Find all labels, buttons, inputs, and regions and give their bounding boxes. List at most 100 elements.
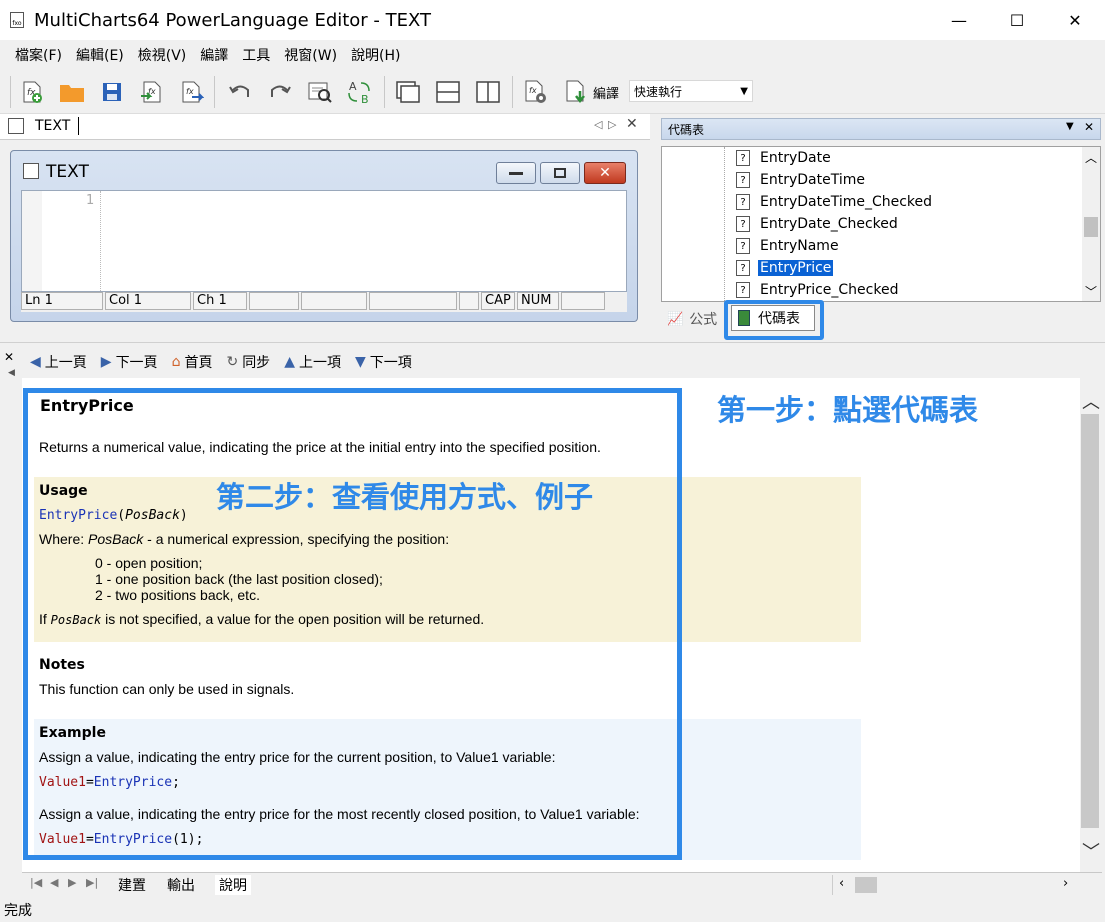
export-icon[interactable]: fx — [178, 78, 206, 106]
tab-scroll-left-icon[interactable]: ◁ — [594, 118, 602, 131]
compile-label: 編譯 — [593, 87, 620, 102]
replace-icon[interactable]: AB — [346, 78, 374, 106]
scroll-down-icon[interactable]: ﹀ — [1085, 283, 1097, 300]
next-item-button[interactable]: ▼ 下一項 — [355, 352, 412, 372]
redo-icon[interactable] — [266, 78, 294, 106]
tab-build[interactable]: 建置 — [118, 875, 146, 895]
tree-item-selected[interactable]: ? EntryPrice — [736, 257, 835, 279]
toolbar-separator — [384, 76, 385, 108]
scroll-thumb[interactable] — [1084, 217, 1098, 237]
prev-item-icon: ▲ — [284, 354, 295, 370]
tab-output[interactable]: 輸出 — [167, 875, 195, 895]
status-char: Ch 1 — [193, 292, 247, 310]
tile-horizontal-icon[interactable] — [434, 78, 462, 106]
code-list-tree[interactable]: ? EntryDate ? EntryDateTime ? EntryDateTime… — [661, 146, 1101, 302]
menu-compile[interactable]: 編譯 — [193, 45, 235, 65]
import-icon[interactable]: fx — [138, 78, 166, 106]
cascade-windows-icon[interactable] — [394, 78, 422, 106]
find-icon[interactable] — [306, 78, 334, 106]
book-icon — [738, 310, 750, 326]
scroll-up-icon[interactable]: ︿ — [1082, 388, 1100, 414]
tree-item[interactable]: ? EntryPrice_Checked — [736, 279, 900, 301]
document-icon — [8, 118, 24, 134]
tree-item[interactable]: ? EntryDateTime — [736, 169, 867, 191]
panel-menu-icon[interactable]: ▼ — [1066, 121, 1074, 132]
step2-highlight-box — [23, 388, 682, 860]
code-list-panel-header: 代碼表 ▼ ✕ — [661, 118, 1101, 140]
code-editor[interactable]: 1 — [21, 190, 627, 292]
horizontal-scrollbar[interactable]: ‹ › — [832, 875, 1080, 895]
toolbar: fx fx fx AB fx 編譯 快速執行 ▼ — [0, 70, 1105, 114]
tab-codes[interactable]: 代碼表 — [731, 305, 815, 331]
next-tab-icon[interactable]: ▶ — [68, 876, 76, 889]
status-num: NUM — [517, 292, 559, 310]
prev-tab-icon[interactable]: ◀ — [50, 876, 58, 889]
pane-collapse-icon[interactable]: ◀ — [8, 368, 15, 378]
next-page-button[interactable]: ▶ 下一頁 — [101, 352, 158, 372]
new-study-icon[interactable]: fx — [18, 78, 46, 106]
tile-vertical-icon[interactable] — [474, 78, 502, 106]
title-bar: fxo MultiCharts64 PowerLanguage Editor -… — [0, 0, 1105, 40]
first-tab-icon[interactable]: |◀ — [30, 876, 42, 889]
save-icon[interactable] — [98, 78, 126, 106]
status-empty — [301, 292, 367, 310]
line-number: 1 — [86, 193, 95, 208]
svg-text:B: B — [361, 93, 369, 105]
compile-icon[interactable] — [562, 78, 590, 106]
home-button[interactable]: ⌂ 首頁 — [172, 352, 213, 372]
pane-divider — [0, 342, 1105, 343]
menu-view[interactable]: 檢視(V) — [131, 45, 194, 65]
window-title: MultiCharts64 PowerLanguage Editor - TEX… — [34, 9, 432, 31]
tab-codes-label: 代碼表 — [758, 311, 800, 327]
help-scrollbar[interactable]: ︿ ﹀ — [1080, 378, 1100, 872]
close-button[interactable]: ✕ — [1046, 0, 1104, 40]
scroll-up-icon[interactable]: ︿ — [1085, 149, 1097, 166]
tree-item[interactable]: ? EntryDateTime_Checked — [736, 191, 934, 213]
scroll-down-icon[interactable]: ﹀ — [1082, 838, 1100, 864]
scroll-thumb[interactable] — [855, 877, 877, 893]
tree-item[interactable]: ? EntryDate — [736, 147, 833, 169]
tree-item[interactable]: ? EntryDate_Checked — [736, 213, 900, 235]
prev-item-button[interactable]: ▲ 上一項 — [284, 352, 341, 372]
tab-formula[interactable]: 公式 — [689, 309, 717, 329]
menu-file[interactable]: 檔案(F) — [8, 45, 69, 65]
scroll-left-icon[interactable]: ‹ — [839, 876, 844, 891]
menu-edit[interactable]: 編輯(E) — [69, 45, 131, 65]
function-help-icon: ? — [736, 238, 750, 254]
compile-mode-select[interactable]: 快速執行 ▼ — [629, 80, 753, 102]
last-tab-icon[interactable]: ▶| — [86, 876, 98, 889]
function-help-icon: ? — [736, 260, 750, 276]
editor-minimize-button[interactable] — [496, 162, 536, 184]
tree-scrollbar[interactable]: ︿ ﹀ — [1082, 147, 1100, 301]
status-text: 完成 — [4, 903, 32, 919]
sync-button[interactable]: ↻ 同步 — [226, 352, 270, 372]
scroll-thumb[interactable] — [1081, 414, 1099, 828]
menu-bar: 檔案(F) 編輯(E) 檢視(V) 編譯 工具 視窗(W) 說明(H) — [0, 40, 1105, 70]
function-help-icon: ? — [736, 172, 750, 188]
status-empty — [369, 292, 457, 310]
editor-restore-button[interactable] — [540, 162, 580, 184]
menu-window[interactable]: 視窗(W) — [277, 45, 344, 65]
tab-scroll-right-icon[interactable]: ▷ — [608, 118, 616, 131]
undo-icon[interactable] — [226, 78, 254, 106]
function-help-icon: ? — [736, 282, 750, 298]
minimize-button[interactable]: — — [930, 0, 988, 40]
editor-window-icon — [23, 163, 39, 179]
status-empty — [459, 292, 479, 310]
prev-page-button[interactable]: ◀ 上一頁 — [30, 352, 87, 372]
editor-close-button[interactable]: ✕ — [584, 162, 626, 184]
pane-close-icon[interactable]: ✕ — [4, 350, 14, 364]
tree-item[interactable]: ? EntryName — [736, 235, 841, 257]
maximize-button[interactable]: ☐ — [988, 0, 1046, 40]
step1-annotation: 第一步：點選代碼表 — [717, 393, 979, 427]
chart-icon: 📈 — [667, 311, 684, 327]
tab-help[interactable]: 說明 — [215, 875, 251, 895]
study-properties-icon[interactable]: fx — [522, 78, 550, 106]
menu-tools[interactable]: 工具 — [235, 45, 277, 65]
scroll-right-icon[interactable]: › — [1063, 876, 1068, 891]
tab-close-icon[interactable]: ✕ — [626, 116, 638, 132]
menu-help[interactable]: 說明(H) — [344, 45, 407, 65]
open-folder-icon[interactable] — [58, 78, 86, 106]
doc-tab-label[interactable]: TEXT — [35, 118, 70, 134]
panel-close-icon[interactable]: ✕ — [1084, 120, 1094, 134]
